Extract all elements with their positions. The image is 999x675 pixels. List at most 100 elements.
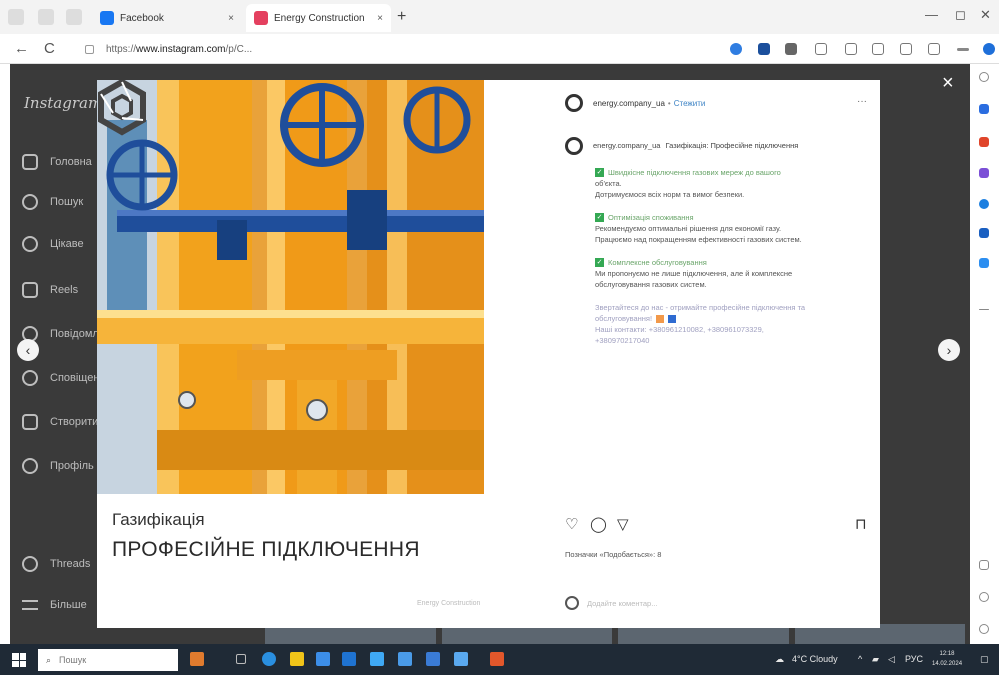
tab-actions-icon[interactable] — [66, 9, 82, 25]
sidebar-item-more[interactable]: Більше — [22, 599, 87, 611]
volume-icon[interactable]: ◁ — [888, 654, 895, 665]
previous-post-button[interactable]: ‹ — [17, 339, 39, 361]
settings-icon[interactable] — [979, 624, 989, 634]
sidebar-item-label: Threads — [50, 558, 91, 570]
add-comment-row[interactable]: Додайте коментар... — [565, 596, 657, 610]
energy-construction-logo-icon — [98, 80, 146, 136]
open-external-icon[interactable] — [979, 592, 989, 602]
favorites-icon[interactable] — [815, 43, 827, 55]
keyboard-language[interactable]: РУС — [905, 654, 923, 664]
new-tab-button[interactable]: + — [397, 8, 406, 26]
performance-icon[interactable] — [900, 43, 912, 55]
post-author-username[interactable]: energy.company_ua — [593, 99, 665, 108]
extension-icon[interactable] — [730, 43, 742, 55]
briefcase-icon[interactable] — [190, 652, 204, 666]
close-window-button[interactable]: ✕ — [980, 7, 991, 23]
add-icon[interactable] — [979, 309, 989, 310]
home-icon — [22, 154, 38, 170]
windows-taskbar: ⌕ Пошук ☁ 4°C Cloudy ^ ▰ ◁ РУС 12:18 14.… — [0, 644, 999, 675]
cloud-icon[interactable]: ☁ — [775, 654, 784, 665]
maximize-button[interactable]: ◻ — [955, 7, 966, 23]
extension-icon[interactable] — [979, 228, 989, 238]
extension-icon[interactable] — [979, 104, 989, 114]
search-icon[interactable] — [979, 72, 989, 82]
more-options-icon[interactable]: ··· — [857, 96, 867, 107]
sidebar-item-profile[interactable]: Профіль — [22, 458, 94, 474]
feature-line: Дотримуємося всіх норм та вимог безпеки. — [595, 190, 745, 199]
extension-icon[interactable] — [758, 43, 770, 55]
bookmark-icon[interactable]: ⊓ — [855, 515, 867, 533]
extension-icon[interactable] — [979, 199, 989, 209]
copilot-icon[interactable] — [928, 43, 940, 55]
file-explorer-icon[interactable] — [290, 652, 304, 666]
tab-energy-construction[interactable]: Energy Construction Company × — [246, 4, 391, 32]
sidebar-item-explore[interactable]: Цікаве — [22, 236, 84, 252]
tray-overflow-icon[interactable]: ^ — [858, 654, 862, 664]
heart-icon — [22, 370, 38, 386]
post-header: energy.company_ua • Стежити ··· — [565, 92, 875, 114]
avatar[interactable] — [565, 94, 583, 112]
network-icon[interactable]: ▰ — [872, 654, 879, 665]
extension-icon[interactable] — [979, 137, 989, 147]
contacts-line: +380970217040 — [595, 336, 650, 345]
comment-input[interactable]: Додайте коментар... — [587, 599, 657, 608]
extension-icon[interactable] — [979, 258, 989, 268]
windows-start-icon[interactable] — [12, 653, 26, 667]
sidebar-item-label: Reels — [50, 284, 79, 296]
comment-icon[interactable]: ◯ — [590, 515, 607, 533]
feature-heading: ✓ Оптимізація споживання — [595, 212, 865, 223]
task-view-icon[interactable] — [236, 654, 246, 664]
split-screen-icon[interactable] — [845, 43, 857, 55]
notifications-icon[interactable]: ▢ — [980, 654, 989, 665]
workspaces-icon[interactable] — [38, 9, 54, 25]
close-modal-button[interactable]: × — [942, 72, 954, 95]
weather-app-icon[interactable] — [454, 652, 468, 666]
teams-icon[interactable] — [426, 652, 440, 666]
photos-icon[interactable] — [370, 652, 384, 666]
minimize-button[interactable]: — — [925, 7, 938, 22]
collections-icon[interactable] — [872, 43, 884, 55]
post-details-panel: energy.company_ua • Стежити ··· energy.c… — [553, 80, 880, 628]
office-icon[interactable] — [490, 652, 504, 666]
taskbar-clock[interactable]: 12:18 14.02.2024 — [932, 649, 962, 669]
settings-menu-icon[interactable] — [957, 48, 969, 51]
sidebar-item-create[interactable]: Створити — [22, 414, 98, 430]
back-button[interactable]: ← — [14, 40, 29, 57]
reload-button[interactable]: C — [44, 40, 55, 57]
url-field[interactable]: https:// www.instagram.com /p/C... — [85, 39, 625, 59]
profile-icon[interactable] — [8, 9, 24, 25]
browser-side-panel — [970, 64, 999, 644]
emoji-picker-icon[interactable] — [565, 596, 579, 610]
sidebar-item-reels[interactable]: Reels — [22, 282, 78, 298]
mail-icon[interactable] — [342, 652, 356, 666]
sidebar-item-threads[interactable]: Threads — [22, 556, 90, 572]
sidebar-layout-icon[interactable] — [979, 560, 989, 570]
close-tab-icon[interactable]: × — [377, 13, 383, 24]
sidebar-item-search[interactable]: Пошук — [22, 194, 83, 210]
browser-tab-bar: Facebook × Energy Construction Company ×… — [0, 0, 999, 34]
edge-icon[interactable] — [262, 652, 276, 666]
extension-icon[interactable] — [979, 168, 989, 178]
next-post-button[interactable]: › — [938, 339, 960, 361]
avatar[interactable] — [565, 137, 583, 155]
tab-facebook[interactable]: Facebook × — [92, 4, 242, 32]
caption-author[interactable]: energy.company_ua — [593, 141, 660, 150]
taskbar-search-input[interactable]: ⌕ Пошук — [38, 649, 178, 671]
weather-text[interactable]: 4°C Cloudy — [792, 654, 838, 664]
instagram-logo[interactable]: Instagram — [24, 94, 102, 112]
likes-count[interactable]: Позначки «Подобається»: 8 — [565, 550, 661, 559]
share-icon[interactable]: ▽ — [617, 515, 629, 533]
settings-icon[interactable] — [398, 652, 412, 666]
call-to-action-line2: обслуговування! — [595, 313, 865, 324]
post-media: Газифікація ПРОФЕСІЙНЕ ПІДКЛЮЧЕННЯ Energ… — [97, 80, 553, 628]
sidebar-item-home[interactable]: Головна — [22, 154, 92, 170]
follow-button[interactable]: Стежити — [674, 99, 706, 108]
feature-line: об'єкта. — [595, 179, 622, 188]
edge-icon[interactable] — [983, 43, 995, 55]
search-icon — [22, 194, 38, 210]
reading-mode-icon[interactable] — [785, 43, 797, 55]
post-actions: ♡ ◯ ▽ ⊓ — [565, 515, 867, 535]
close-tab-icon[interactable]: × — [228, 13, 234, 24]
store-icon[interactable] — [316, 652, 330, 666]
heart-icon[interactable]: ♡ — [565, 515, 578, 533]
